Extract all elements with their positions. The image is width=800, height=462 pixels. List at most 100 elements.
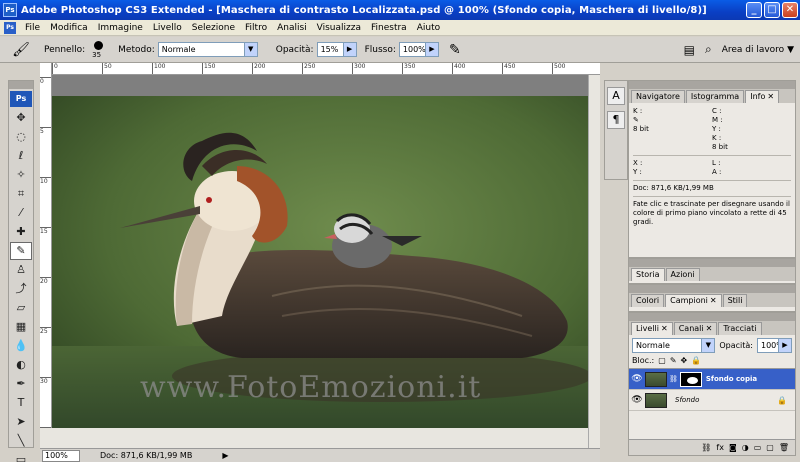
lock-position-icon[interactable]: ✥ <box>681 356 688 365</box>
stamp-icon[interactable]: ♙ <box>10 261 32 279</box>
new-layer-icon[interactable]: ▢ <box>766 443 774 452</box>
tab-azioni[interactable]: Azioni <box>665 268 700 281</box>
bridge-icon[interactable]: ⌕ <box>705 42 712 57</box>
line-icon[interactable]: ╲ <box>10 432 32 450</box>
menu-modifica[interactable]: Modifica <box>45 20 93 36</box>
path-select-icon[interactable]: ➤ <box>10 413 32 431</box>
panel-header[interactable] <box>629 259 795 267</box>
link-icon[interactable]: ⛓ <box>669 375 678 383</box>
move-icon[interactable]: ✥ <box>10 109 32 127</box>
status-arrow-icon[interactable]: ▶ <box>222 451 228 460</box>
healing-icon[interactable]: ✚ <box>10 223 32 241</box>
mode-select[interactable]: Normale ▼ <box>157 42 258 57</box>
eye-icon[interactable]: 👁 <box>629 374 645 384</box>
tab-campioni[interactable]: Campioni ✕ <box>665 294 722 307</box>
photoshop-app-icon[interactable]: Ps <box>3 3 17 17</box>
menu-livello[interactable]: Livello <box>148 20 187 36</box>
layer-thumbnail[interactable] <box>645 371 667 387</box>
link-layers-icon[interactable]: ⛓ <box>701 443 711 452</box>
menu-aiuto[interactable]: Aiuto <box>412 20 445 36</box>
tab-canali[interactable]: Canali ✕ <box>673 322 718 335</box>
menu-selezione[interactable]: Selezione <box>187 20 240 36</box>
magic-wand-icon[interactable]: ✧ <box>10 166 32 184</box>
layer-name[interactable]: Sfondo copia <box>706 375 757 383</box>
info-x: X : <box>633 159 643 167</box>
layer-thumbnail[interactable] <box>645 392 667 408</box>
menu-file[interactable]: File <box>20 20 45 36</box>
eraser-icon[interactable]: ▱ <box>10 299 32 317</box>
menu-finestra[interactable]: Finestra <box>366 20 412 36</box>
panel-header[interactable] <box>629 285 795 293</box>
lock-all-icon[interactable]: 🔒 <box>691 356 701 365</box>
layer-opacity-input[interactable]: 100% ▶ <box>757 338 792 353</box>
tab-storia[interactable]: Storia <box>631 268 665 281</box>
zoom-field[interactable]: 100% <box>42 449 80 462</box>
chevron-right-icon[interactable]: ▶ <box>342 43 356 56</box>
info-l: L : <box>712 159 721 167</box>
ruler-top[interactable]: 0 50 100 150 200 250 300 350 400 450 500 <box>40 63 600 75</box>
tool-preset-brush-icon[interactable]: 🖌 <box>6 39 36 61</box>
character-panel-icon[interactable]: A <box>607 87 625 105</box>
chevron-right-icon[interactable]: ▶ <box>778 339 791 352</box>
brush-picker[interactable]: 35 <box>88 39 110 61</box>
chevron-right-icon[interactable]: ▶ <box>424 43 438 56</box>
menu-filtro[interactable]: Filtro <box>240 20 272 36</box>
layer-row[interactable]: 👁 Sfondo 🔒 <box>629 390 795 411</box>
type-icon[interactable]: T <box>10 394 32 412</box>
gradient-icon[interactable]: ▦ <box>10 318 32 336</box>
brush-icon[interactable]: ✎ <box>10 242 32 260</box>
info-panel: Navigatore Istogramma Info ✕ K : ✎ 8 bit … <box>628 80 796 258</box>
close-button[interactable]: ✕ <box>782 2 798 18</box>
panel-header[interactable] <box>629 313 795 321</box>
menu-immagine[interactable]: Immagine <box>93 20 148 36</box>
tab-info[interactable]: Info ✕ <box>745 90 780 103</box>
tab-livelli[interactable]: Livelli ✕ <box>631 322 673 335</box>
trash-icon[interactable]: 🗑 <box>779 443 789 452</box>
add-mask-icon[interactable]: ◙ <box>729 443 737 452</box>
notes-icon[interactable]: ▭ <box>10 451 32 462</box>
menu-analisi[interactable]: Analisi <box>272 20 312 36</box>
photoshop-menu-icon[interactable]: Ps <box>4 21 16 34</box>
adjustment-layer-icon[interactable]: ◑ <box>742 443 749 452</box>
marquee-icon[interactable]: ◌ <box>10 128 32 146</box>
lock-transparency-icon[interactable]: ▢ <box>658 356 666 365</box>
paragraph-panel-icon[interactable]: ¶ <box>607 111 625 129</box>
eye-icon[interactable]: 👁 <box>629 395 645 405</box>
pen-icon[interactable]: ✒ <box>10 375 32 393</box>
workspace-menu[interactable]: Area di lavoro ▼ <box>722 45 794 55</box>
layer-row[interactable]: 👁 ⛓ Sfondo copia <box>629 369 795 390</box>
crop-icon[interactable]: ⌗ <box>10 185 32 203</box>
fx-icon[interactable]: fx <box>716 443 724 452</box>
flow-input[interactable]: 100% ▶ <box>398 42 439 57</box>
tab-navigatore[interactable]: Navigatore <box>631 90 685 103</box>
ruler-left[interactable]: 0 5 10 15 20 25 30 35 <box>40 63 52 448</box>
layer-name[interactable]: Sfondo <box>675 396 699 404</box>
blend-mode-select[interactable]: Normale ▼ <box>632 338 716 353</box>
layer-mask-thumbnail[interactable] <box>679 371 702 387</box>
brush-label: Pennello: <box>44 44 86 55</box>
tab-stili[interactable]: Stili <box>722 294 748 307</box>
eyedropper-icon[interactable]: ⁄ <box>10 204 32 222</box>
opacity-input[interactable]: 15% ▶ <box>316 42 357 57</box>
minimize-button[interactable]: _ <box>746 2 762 18</box>
new-group-icon[interactable]: ▭ <box>754 443 762 452</box>
blur-icon[interactable]: 💧 <box>10 337 32 355</box>
horizontal-scrollbar[interactable] <box>40 428 588 448</box>
tab-istogramma[interactable]: Istogramma <box>685 90 745 103</box>
ps-logo[interactable]: Ps <box>10 91 32 107</box>
palette-well-icon[interactable]: ▤ <box>684 43 695 57</box>
lock-image-icon[interactable]: ✎ <box>670 356 677 365</box>
vertical-scrollbar[interactable] <box>588 75 600 448</box>
airbrush-icon[interactable]: ✎ <box>445 39 465 61</box>
tab-tracciati[interactable]: Tracciati <box>718 322 762 335</box>
tab-colori[interactable]: Colori <box>631 294 665 307</box>
lasso-icon[interactable]: ℓ <box>10 147 32 165</box>
info-tool-hint: Fate clic e trascinate per disegnare usa… <box>633 200 790 226</box>
lock-label: Bloc.: <box>632 356 655 365</box>
history-brush-icon[interactable]: ⤴ <box>10 280 32 298</box>
tools-panel-header[interactable] <box>9 81 33 89</box>
panel-header[interactable] <box>629 81 795 89</box>
dodge-icon[interactable]: ◐ <box>10 356 32 374</box>
menu-visualizza[interactable]: Visualizza <box>312 20 366 36</box>
maximize-button[interactable]: □ <box>764 2 780 18</box>
